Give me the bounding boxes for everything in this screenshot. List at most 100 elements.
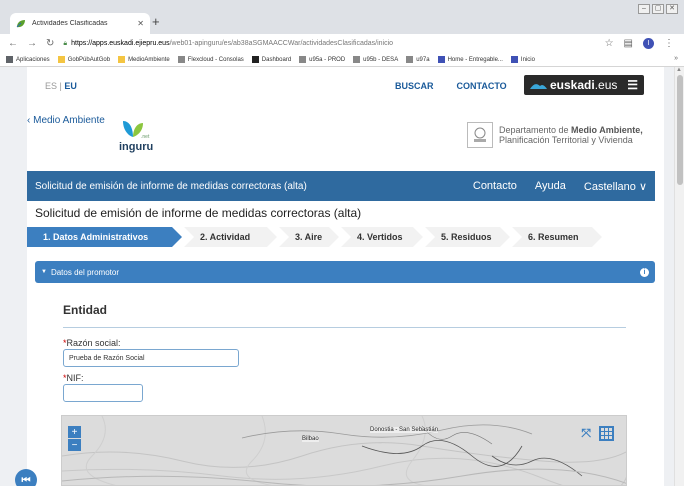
- browser-tab[interactable]: Actividades Clasificadas ✕: [10, 13, 150, 34]
- search-link[interactable]: BUSCAR: [395, 81, 434, 91]
- skip-back-icon[interactable]: ⏮︎: [15, 469, 37, 486]
- page-title: Solicitud de emisión de informe de medid…: [35, 206, 362, 220]
- apps-grid-icon: [6, 56, 13, 63]
- bookmark-icon: [57, 56, 65, 63]
- forward-arrow-icon[interactable]: →: [27, 38, 37, 49]
- promoter-data-accordion[interactable]: ▼ Datos del promotor i: [35, 261, 655, 283]
- bookmark-icon: [251, 56, 259, 63]
- bookmark-label: Dashboard: [261, 56, 292, 63]
- tab-close-icon[interactable]: ✕: [137, 19, 144, 28]
- wizard-steps: 1. Datos Administrativos 2. Actividad 3. A…: [27, 227, 655, 247]
- euskadi-brand-bar[interactable]: euskadi .eus ☰: [524, 75, 644, 95]
- inguru-net-label: .net: [141, 134, 150, 140]
- back-arrow-icon[interactable]: ←: [8, 38, 18, 49]
- entity-section: Entidad: [63, 303, 626, 328]
- bookmark-label: GobPúbAutGob: [67, 56, 111, 63]
- contacto-link[interactable]: Contacto: [473, 180, 517, 193]
- dept-line1-prefix: Departamento de: [499, 125, 572, 135]
- bookmark-item[interactable]: Dashboard: [251, 56, 292, 63]
- fullscreen-icon[interactable]: ⤧: [581, 426, 591, 441]
- address-bar[interactable]: 🔒︎ https://apps.euskadi.ejiepru.eus/web0…: [63, 36, 604, 51]
- brand-name-bold: euskadi: [550, 78, 595, 92]
- page-scrollbar[interactable]: ▲: [674, 67, 684, 486]
- wizard-step-2[interactable]: 2. Actividad: [184, 227, 277, 247]
- dept-line1-bold: Medio Ambiente,: [571, 125, 643, 135]
- department-logo: Departamento de Medio Ambiente, Planific…: [467, 122, 643, 148]
- bookmark-item[interactable]: Home - Entregable...: [437, 56, 503, 63]
- bookmark-item[interactable]: u97a: [406, 56, 430, 63]
- minimize-icon[interactable]: –: [638, 4, 650, 14]
- hamburger-menu-icon[interactable]: ☰: [627, 78, 638, 92]
- bookmark-icon: [406, 56, 414, 63]
- url-host: https://apps.euskadi.ejiepru.eus: [71, 40, 170, 47]
- application-links: Contacto Ayuda Castellano ∨: [473, 180, 647, 193]
- bookmark-item[interactable]: Flexcloud - Consolas: [177, 56, 244, 63]
- wizard-step-5[interactable]: 5. Residuos: [425, 227, 510, 247]
- bookmark-label: u95b - DESA: [363, 56, 399, 63]
- bookmark-icon: [510, 56, 518, 63]
- zoom-in-button[interactable]: +: [68, 426, 81, 438]
- extensions-icon[interactable]: ▤: [624, 38, 633, 49]
- bookmark-icon: [437, 56, 445, 63]
- inguru-logo[interactable]: .net inguru: [119, 119, 159, 159]
- nif-input[interactable]: [63, 384, 143, 402]
- wizard-step-3[interactable]: 3. Aire: [279, 227, 339, 247]
- bookmark-label: Aplicaciones: [16, 56, 50, 63]
- ayuda-link[interactable]: Ayuda: [535, 180, 566, 193]
- map-terrain: [62, 416, 626, 485]
- dept-line2: Planificación Territorial y Vivienda: [499, 135, 633, 145]
- inguru-wordmark: inguru: [119, 141, 154, 153]
- grid-layer-icon[interactable]: [599, 426, 614, 441]
- kebab-menu-icon[interactable]: ⋮: [664, 38, 674, 49]
- razon-social-input[interactable]: Prueba de Razón Social: [63, 349, 239, 367]
- top-nav: BUSCAR CONTACTO: [395, 81, 507, 91]
- razon-social-label: *Razón social:: [63, 338, 121, 348]
- map-tools: ⤧: [581, 426, 614, 441]
- nif-label-text: NIF:: [66, 373, 84, 383]
- more-bookmarks-icon[interactable]: »: [674, 55, 678, 62]
- bookmark-item[interactable]: u95a - PROD: [299, 56, 345, 63]
- wizard-step-6[interactable]: 6. Resumen: [512, 227, 602, 247]
- back-to-medio-ambiente-link[interactable]: ‹ Medio Ambiente: [27, 115, 105, 126]
- nif-label: *NIF:: [63, 373, 84, 383]
- bookmark-icon: [353, 56, 361, 63]
- star-icon[interactable]: ☆: [605, 38, 614, 49]
- zoom-out-button[interactable]: −: [68, 439, 81, 451]
- browser-tabstrip: Actividades Clasificadas ✕ + – ▢ ✕: [0, 0, 684, 34]
- window-close-icon[interactable]: ✕: [666, 4, 678, 14]
- wizard-step-1[interactable]: 1. Datos Administrativos: [27, 227, 182, 247]
- bookmark-icon: [118, 56, 126, 63]
- bookmark-item[interactable]: u95b - DESA: [353, 56, 398, 63]
- bookmark-item[interactable]: MedioAmbiente: [118, 56, 170, 63]
- scroll-up-arrow-icon[interactable]: ▲: [676, 67, 682, 73]
- contact-link[interactable]: CONTACTO: [457, 81, 507, 91]
- lang-eu-link[interactable]: EU: [64, 81, 77, 91]
- location-map[interactable]: + − Bilbao Donostia - San Sebastián ⤧: [61, 415, 627, 486]
- brand-name-thin: .eus: [594, 78, 618, 92]
- lang-es-link[interactable]: ES: [45, 81, 57, 91]
- wizard-step-4[interactable]: 4. Vertidos: [341, 227, 423, 247]
- leaf-favicon-icon: [16, 19, 25, 27]
- bookmark-label: Inicio: [520, 56, 535, 63]
- bookmark-icon: [299, 56, 307, 63]
- reload-icon[interactable]: ↻: [46, 38, 54, 49]
- scrollbar-thumb[interactable]: [677, 75, 683, 185]
- new-tab-icon[interactable]: +: [152, 14, 160, 29]
- top-header: ES | EU BUSCAR CONTACTO euskadi .eus ☰: [27, 67, 664, 107]
- bookmark-icon: [177, 56, 185, 63]
- map-label-donostia: Donostia - San Sebastián: [370, 427, 439, 433]
- maximize-icon[interactable]: ▢: [652, 4, 664, 14]
- map-zoom-controls: + −: [68, 426, 81, 451]
- profile-avatar[interactable]: I: [643, 38, 654, 49]
- browser-toolbar: ← → ↻ 🔒︎ https://apps.euskadi.ejiepru.eu…: [0, 34, 684, 53]
- bookmark-item[interactable]: Aplicaciones: [6, 56, 50, 63]
- bookmark-item[interactable]: Inicio: [510, 56, 535, 63]
- bookmark-item[interactable]: GobPúbAutGob: [57, 56, 111, 63]
- razon-social-label-text: Razón social:: [66, 338, 121, 348]
- info-icon[interactable]: i: [640, 267, 649, 277]
- chevron-down-icon: ▼: [41, 269, 47, 275]
- language-dropdown[interactable]: Castellano ∨: [584, 180, 647, 193]
- page-content: ES | EU BUSCAR CONTACTO euskadi .eus ☰ ‹ …: [27, 67, 664, 486]
- bookmark-label: Flexcloud - Consolas: [187, 56, 244, 63]
- application-title: Solicitud de emisión de informe de medid…: [35, 180, 307, 192]
